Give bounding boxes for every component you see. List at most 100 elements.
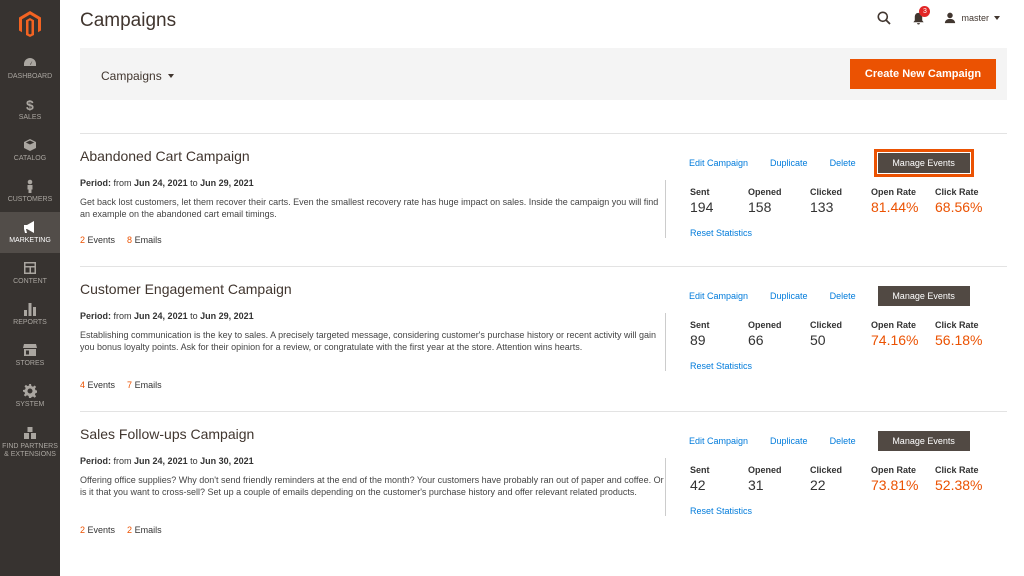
reset-statistics-link[interactable]: Reset Statistics (690, 228, 752, 238)
events-count: 4 (80, 380, 86, 390)
stat-header: Click Rate (935, 320, 979, 330)
emails-count: 8 (127, 235, 133, 245)
reset-statistics-link[interactable]: Reset Statistics (690, 506, 752, 516)
duplicate-link[interactable]: Duplicate (770, 436, 808, 446)
stat-header: Clicked (810, 465, 843, 475)
search-icon[interactable] (876, 10, 892, 26)
stat-value: 56.18% (935, 332, 983, 348)
sidebar-item-label: CATALOG (13, 155, 47, 163)
user-menu[interactable]: master (944, 12, 1000, 24)
user-icon (945, 12, 956, 24)
sidebar-item-system[interactable]: SYSTEM (0, 376, 60, 417)
period-to-word: to (190, 311, 198, 321)
campaign-period: Period: from Jun 24, 2021 to Jun 29, 202… (80, 178, 254, 188)
campaign-description: Get back lost customers, let them recove… (80, 197, 659, 219)
edit-campaign-link[interactable]: Edit Campaign (689, 436, 748, 446)
period-to-word: to (190, 178, 198, 188)
campaign-description: Offering office supplies? Why don't send… (80, 475, 664, 497)
sidebar-item-label: REPORTS (13, 319, 47, 327)
sidebar-item-label: CONTENT (13, 278, 47, 286)
sidebar-item-stores[interactable]: STORES (0, 335, 60, 376)
sidebar-item-label: SALES (18, 114, 42, 122)
campaign-row: Abandoned Cart Campaign Period: from Jun… (80, 133, 1007, 266)
stat-opened: Opened 31 (748, 465, 810, 493)
stat-clicked: Clicked 22 (810, 465, 871, 493)
emails-link[interactable]: 7 Emails (127, 380, 162, 390)
delete-link[interactable]: Delete (830, 158, 856, 168)
campaign-stats: Sent 42 Opened 31 Clicked 22 Open Rate 73.81… (690, 465, 995, 493)
campaign-counts: 2 Events 2 Emails (80, 525, 162, 535)
sidebar-item-dashboard[interactable]: DASHBOARD (0, 48, 60, 89)
stat-header: Clicked (810, 187, 843, 197)
stat-sent: Sent 194 (690, 187, 748, 215)
manage-events-button[interactable]: Manage Events (873, 149, 974, 177)
delete-link[interactable]: Delete (830, 436, 856, 446)
notification-badge: 3 (919, 6, 931, 17)
emails-link[interactable]: 2 Emails (127, 525, 162, 535)
stat-open-rate: Open Rate 74.16% (871, 320, 935, 348)
bar-chart-icon (23, 302, 37, 317)
magento-logo-icon (19, 11, 41, 37)
stat-sent: Sent 42 (690, 465, 748, 493)
period-from: Jun 24, 2021 (134, 178, 188, 188)
stat-header: Clicked (810, 320, 843, 330)
sidebar-item-reports[interactable]: REPORTS (0, 294, 60, 335)
edit-campaign-link[interactable]: Edit Campaign (689, 158, 748, 168)
sidebar-item-label: CUSTOMERS (7, 196, 53, 204)
chevron-down-icon (994, 16, 1000, 20)
campaign-title: Customer Engagement Campaign (80, 281, 292, 297)
store-icon (23, 343, 37, 357)
stat-value: 42 (690, 477, 706, 493)
box-icon (23, 138, 37, 152)
period-from: Jun 24, 2021 (134, 456, 188, 466)
divider (665, 180, 666, 238)
stat-value: 158 (748, 199, 772, 215)
stat-value: 73.81% (871, 477, 919, 493)
duplicate-link[interactable]: Duplicate (770, 158, 808, 168)
period-to: Jun 29, 2021 (200, 178, 254, 188)
stat-click-rate: Click Rate 68.56% (935, 187, 995, 215)
emails-link[interactable]: 8 Emails (127, 235, 162, 245)
stat-value: 50 (810, 332, 826, 348)
switcher-label: Campaigns (101, 69, 162, 83)
magento-logo[interactable] (0, 0, 60, 48)
campaign-row: Customer Engagement Campaign Period: fro… (80, 266, 1007, 411)
stat-value: 81.44% (871, 199, 919, 215)
header-actions: 3 master (876, 6, 1000, 28)
sidebar-item-content[interactable]: CONTENT (0, 253, 60, 294)
stat-header: Click Rate (935, 187, 979, 197)
stat-header: Open Rate (871, 465, 917, 475)
period-to: Jun 29, 2021 (200, 311, 254, 321)
divider (665, 313, 666, 371)
manage-events-button[interactable]: Manage Events (877, 431, 970, 451)
stat-header: Sent (690, 187, 710, 197)
sidebar-item-sales[interactable]: $ SALES (0, 89, 60, 130)
delete-link[interactable]: Delete (830, 291, 856, 301)
manage-events-button[interactable]: Manage Events (877, 286, 970, 306)
campaign-title: Abandoned Cart Campaign (80, 148, 250, 164)
create-new-campaign-button[interactable]: Create New Campaign (850, 59, 996, 89)
sidebar-item-catalog[interactable]: CATALOG (0, 130, 60, 171)
events-link[interactable]: 2 Events (80, 525, 115, 535)
dashboard-icon (23, 56, 37, 70)
sidebar-item-customers[interactable]: CUSTOMERS (0, 171, 60, 212)
edit-campaign-link[interactable]: Edit Campaign (689, 291, 748, 301)
notifications-bell[interactable]: 3 (910, 6, 931, 26)
events-link[interactable]: 4 Events (80, 380, 115, 390)
megaphone-icon (23, 220, 37, 234)
reset-statistics-link[interactable]: Reset Statistics (690, 361, 752, 371)
campaign-period: Period: from Jun 24, 2021 to Jun 29, 202… (80, 311, 254, 321)
emails-count: 2 (127, 525, 133, 535)
events-link[interactable]: 2 Events (80, 235, 115, 245)
events-label: Events (87, 235, 116, 245)
stat-opened: Opened 158 (748, 187, 810, 215)
period-to: Jun 30, 2021 (200, 456, 254, 466)
blocks-icon (23, 426, 37, 440)
period-label: Period: (80, 311, 112, 321)
sidebar-item-marketing[interactable]: MARKETING (0, 212, 60, 253)
sidebar-item-label: STORES (15, 360, 45, 368)
sidebar-item-partners[interactable]: FIND PARTNERS & EXTENSIONS (0, 417, 60, 467)
campaigns-switcher[interactable]: Campaigns (101, 69, 174, 83)
duplicate-link[interactable]: Duplicate (770, 291, 808, 301)
period-from-word: from (113, 456, 132, 466)
